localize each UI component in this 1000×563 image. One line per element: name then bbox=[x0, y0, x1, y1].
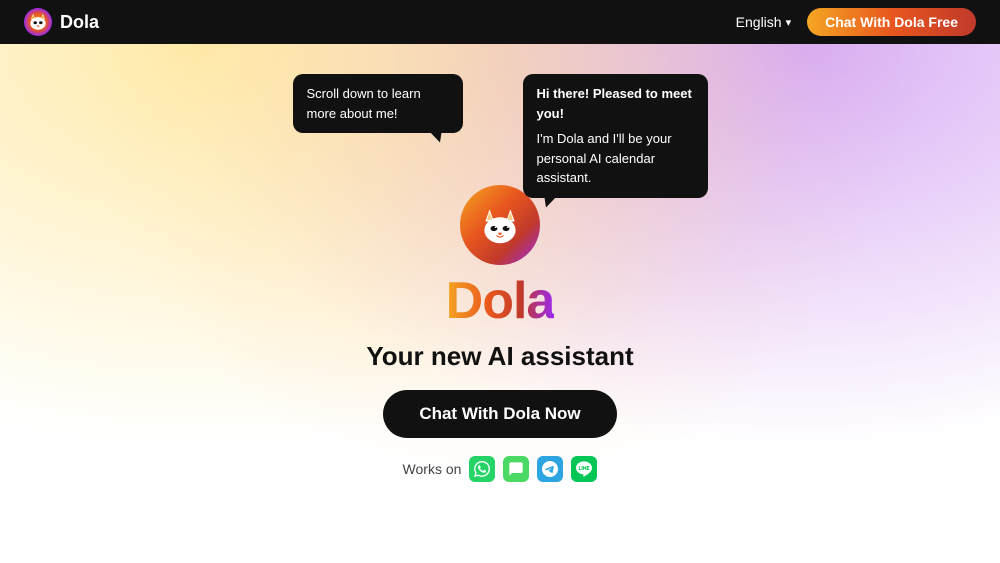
bubbles-area: Scroll down to learn more about me! Hi t… bbox=[0, 74, 1000, 198]
bubble-right: Hi there! Pleased to meet you! I'm Dola … bbox=[523, 74, 708, 198]
chevron-down-icon: ▾ bbox=[786, 16, 792, 29]
works-on-label: Works on bbox=[403, 461, 462, 477]
whatsapp-icon bbox=[469, 456, 495, 482]
imessage-icon bbox=[503, 456, 529, 482]
telegram-icon bbox=[537, 456, 563, 482]
bubble-right-line2: I'm Dola and I'll be your personal AI ca… bbox=[537, 129, 694, 188]
navbar: Dola English ▾ Chat With Dola Free bbox=[0, 0, 1000, 44]
chat-free-button[interactable]: Chat With Dola Free bbox=[807, 8, 976, 36]
nav-logo-text: Dola bbox=[60, 12, 99, 33]
dola-cat-svg bbox=[474, 199, 526, 251]
bubble-right-line1: Hi there! Pleased to meet you! bbox=[537, 84, 694, 123]
nav-logo[interactable]: Dola bbox=[24, 8, 99, 36]
nav-right: English ▾ Chat With Dola Free bbox=[736, 8, 976, 36]
hero-subtitle: Your new AI assistant bbox=[366, 341, 633, 372]
language-selector[interactable]: English ▾ bbox=[736, 14, 791, 30]
center-content: Dola Your new AI assistant Chat With Dol… bbox=[366, 185, 633, 482]
chat-now-button[interactable]: Chat With Dola Now bbox=[383, 390, 616, 438]
dola-wordmark: Dola bbox=[446, 275, 555, 327]
hero-section: Scroll down to learn more about me! Hi t… bbox=[0, 44, 1000, 563]
lang-label: English bbox=[736, 14, 782, 30]
bubble-left: Scroll down to learn more about me! bbox=[293, 74, 463, 133]
nav-logo-icon bbox=[24, 8, 52, 36]
works-on-row: Works on bbox=[403, 456, 598, 482]
line-icon bbox=[571, 456, 597, 482]
